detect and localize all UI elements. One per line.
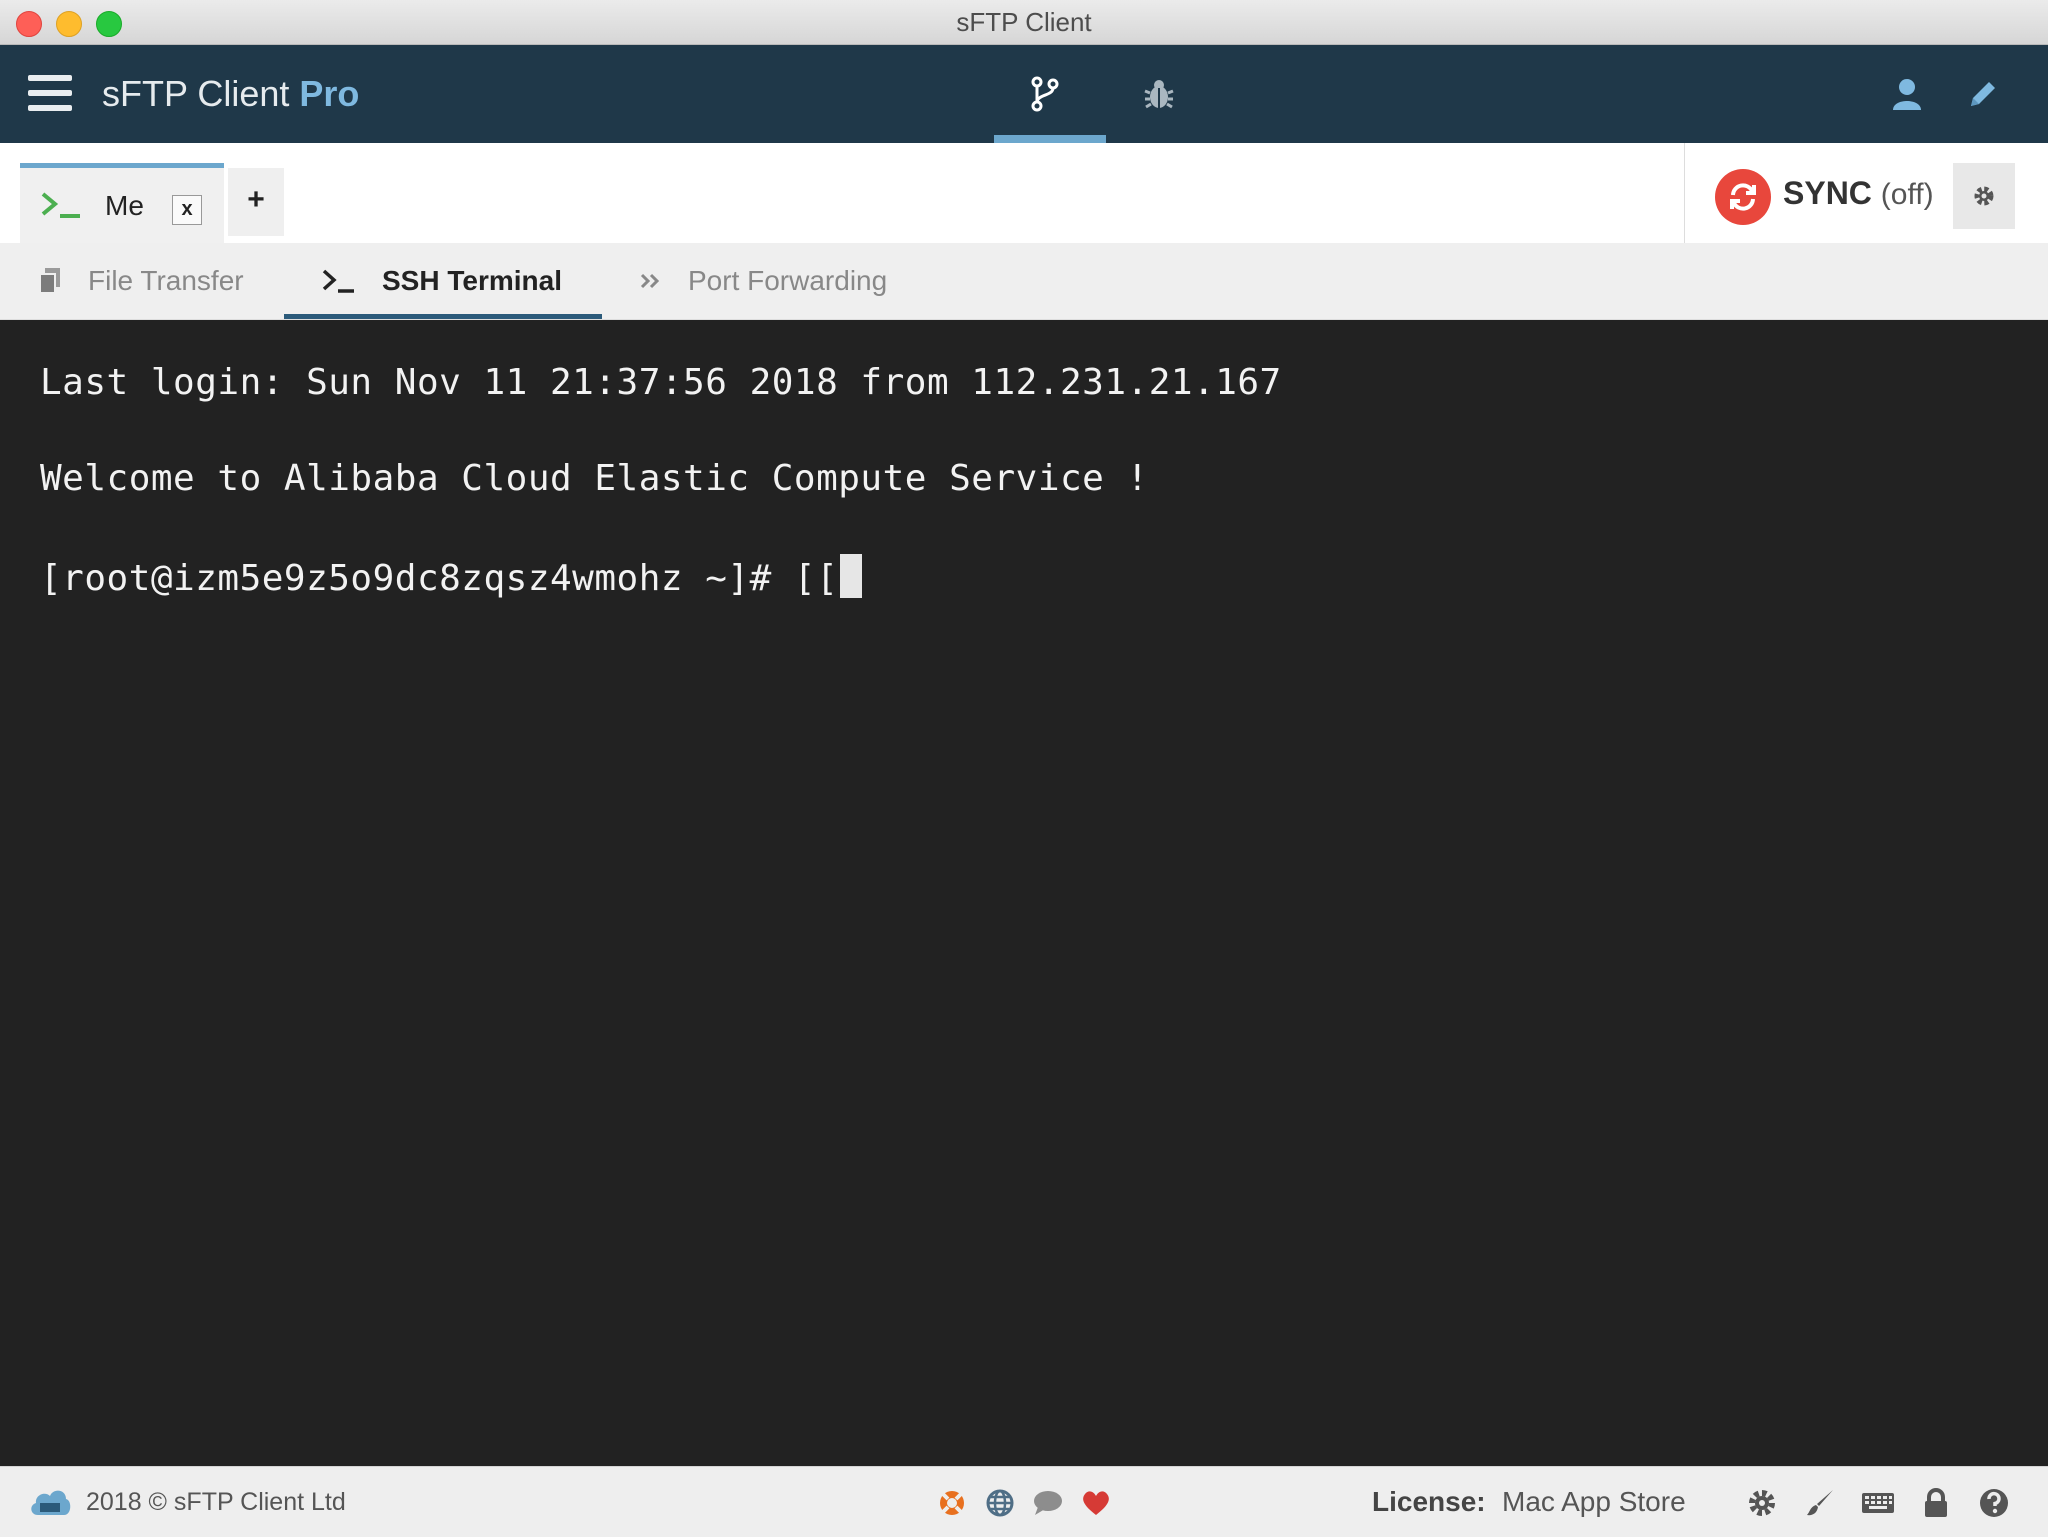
copyright-text: 2018 © sFTP Client Ltd xyxy=(86,1488,346,1516)
session-bar: Me x + SYNC (off) xyxy=(0,143,2048,243)
brush-icon[interactable] xyxy=(1802,1485,1838,1521)
cloud-logo-icon xyxy=(28,1483,72,1524)
help-icon[interactable] xyxy=(1976,1485,2012,1521)
chat-icon[interactable] xyxy=(1032,1487,1064,1519)
sync-settings-button[interactable] xyxy=(1953,163,2015,229)
pencil-icon[interactable] xyxy=(1958,69,2008,119)
double-chevron-icon xyxy=(640,271,662,291)
globe-icon[interactable] xyxy=(984,1487,1016,1519)
window-title: sFTP Client xyxy=(956,7,1092,37)
brand-name: sFTP Client xyxy=(102,73,290,114)
lock-icon[interactable] xyxy=(1918,1485,1954,1521)
tab-active-indicator xyxy=(284,314,602,319)
ssh-terminal[interactable]: Last login: Sun Nov 11 21:37:56 2018 fro… xyxy=(0,320,2048,1466)
terminal-prompt-line: [root@izm5e9z5o9dc8zqsz4wmohz ~]# [[ xyxy=(40,554,863,599)
add-session-button[interactable]: + xyxy=(228,168,284,236)
tab-label: File Transfer xyxy=(88,265,244,296)
sync-icon[interactable] xyxy=(1715,169,1771,225)
tab-ssh-terminal[interactable]: SSH Terminal xyxy=(322,243,562,319)
mode-tabs: File Transfer SSH Terminal Port Forwardi… xyxy=(0,243,2048,320)
sync-state: (off) xyxy=(1880,178,1934,211)
tab-port-forwarding[interactable]: Port Forwarding xyxy=(640,243,887,319)
tab-label: Port Forwarding xyxy=(688,265,888,296)
sync-label: SYNC xyxy=(1783,175,1872,211)
tab-file-transfer[interactable]: File Transfer xyxy=(38,243,244,319)
terminal-line: Last login: Sun Nov 11 21:37:56 2018 fro… xyxy=(40,362,1282,403)
license-value: Mac App Store xyxy=(1502,1486,1686,1517)
license-label: License: xyxy=(1372,1486,1486,1517)
terminal-prompt-text: [root@izm5e9z5o9dc8zqsz4wmohz ~]# [[ xyxy=(40,558,839,599)
gear-icon xyxy=(1974,186,1994,206)
copy-icon xyxy=(38,267,62,295)
lifebuoy-icon[interactable] xyxy=(936,1487,968,1519)
user-icon[interactable] xyxy=(1882,69,1932,119)
terminal-cursor xyxy=(840,554,863,598)
session-close-button[interactable]: x xyxy=(172,195,202,225)
bug-icon[interactable] xyxy=(1134,69,1184,119)
footer: 2018 © sFTP Client Ltd License: Mac App … xyxy=(0,1466,2048,1537)
terminal-line: Welcome to Alibaba Cloud Elastic Compute… xyxy=(40,458,1149,499)
keyboard-icon[interactable] xyxy=(1860,1485,1896,1521)
app-brand: sFTP Client Pro xyxy=(102,45,359,143)
sync-status[interactable]: SYNC (off) xyxy=(1783,143,1934,243)
menu-icon[interactable] xyxy=(28,75,72,115)
branch-icon[interactable] xyxy=(1020,69,1070,119)
heart-icon[interactable] xyxy=(1080,1487,1112,1519)
brand-suffix: Pro xyxy=(299,73,360,114)
session-tab[interactable]: Me x xyxy=(20,163,224,243)
tab-label: SSH Terminal xyxy=(382,265,562,296)
terminal-prompt-icon xyxy=(40,190,82,225)
sync-panel: SYNC (off) xyxy=(1684,143,2048,243)
window-titlebar: sFTP Client xyxy=(0,0,2048,45)
nav-active-indicator xyxy=(994,135,1106,143)
session-tab-label: Me xyxy=(105,190,144,221)
app-header: sFTP Client Pro xyxy=(0,45,2048,143)
gear-icon[interactable] xyxy=(1744,1485,1780,1521)
terminal-icon xyxy=(322,268,356,294)
